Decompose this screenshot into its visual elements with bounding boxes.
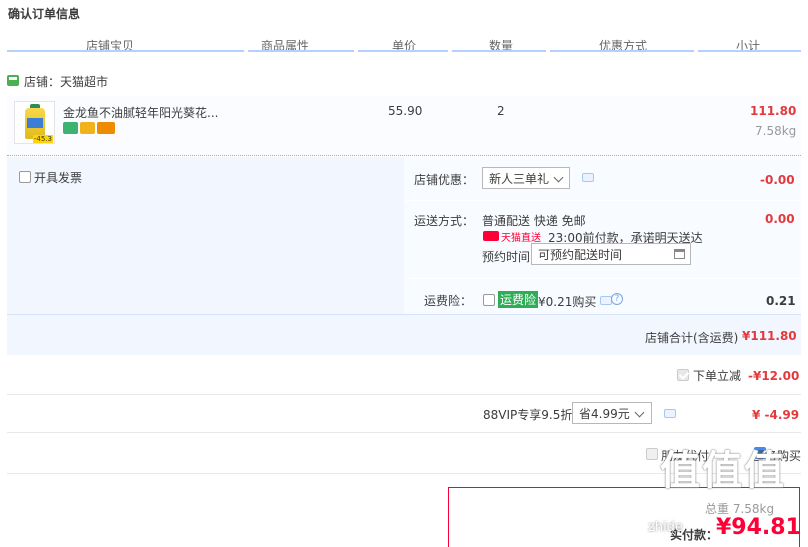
header-divider	[358, 50, 448, 52]
help-icon[interactable]: ?	[611, 293, 623, 305]
unit-price: 55.90	[388, 104, 423, 118]
vip-discount-select[interactable]: 省4.99元	[572, 402, 652, 424]
pay-amount: ¥94.81	[716, 515, 801, 540]
header-divider	[452, 50, 546, 52]
divider	[404, 200, 801, 201]
shop-icon	[7, 75, 19, 86]
product-name[interactable]: 金龙鱼不油腻轻年阳光葵花...	[63, 104, 218, 121]
appointment-label: 预约时间	[482, 250, 531, 264]
thumb-badge: -45.3	[32, 135, 53, 143]
chevron-down-icon	[553, 172, 564, 183]
shipping-label: 运送方式：	[414, 214, 475, 228]
bottle-label-icon	[27, 118, 43, 128]
shop-name[interactable]: 店铺：天猫超市	[24, 73, 108, 90]
insurance-value: 0.21	[766, 294, 796, 308]
invoice-checkbox[interactable]	[19, 171, 31, 183]
instant-discount-label: 下单立减	[693, 369, 742, 383]
header-divider	[7, 50, 244, 52]
comment-icon[interactable]	[582, 173, 594, 182]
insurance-label: 运费险：	[424, 294, 473, 308]
vip-selected: 省4.99元	[579, 407, 630, 421]
shop-discount-selected: 新人三单礼	[489, 172, 550, 186]
appointment-time-field[interactable]: 可预约配送时间	[531, 243, 691, 265]
page-title: 确认订单信息	[8, 7, 81, 21]
friend-pay-checkbox[interactable]	[646, 448, 658, 460]
tmall-direct-label: 天猫直送	[501, 233, 541, 244]
seven-day-return-icon	[63, 122, 78, 134]
divider	[7, 314, 801, 315]
tmall-cat-icon	[483, 231, 499, 241]
divider	[7, 432, 801, 433]
divider	[7, 394, 801, 395]
shipping-method: 普通配送 快递 免邮	[482, 214, 586, 228]
shipping-value: 0.00	[765, 212, 795, 226]
appointment-placeholder: 可预约配送时间	[538, 248, 623, 262]
shop-discount-label: 店铺优惠：	[414, 173, 475, 187]
header-divider	[698, 50, 801, 52]
shop-total-value: ¥111.80	[742, 329, 797, 343]
quantity-value: 2	[497, 104, 505, 118]
instant-discount-checkbox[interactable]	[677, 369, 689, 381]
divider	[404, 278, 801, 279]
shop-total-label: 店铺合计(含运费)	[645, 331, 739, 345]
service-badges	[63, 122, 117, 137]
calendar-icon	[674, 249, 685, 259]
watermark: 值值值	[660, 448, 786, 494]
invoice-label: 开具发票	[34, 171, 83, 185]
header-divider	[248, 50, 354, 52]
tmall-direct-badge: 天猫直送	[483, 230, 541, 244]
item-subtotal: 111.80	[750, 104, 797, 118]
comment-icon[interactable]	[664, 409, 676, 418]
chevron-down-icon	[634, 407, 645, 418]
insurance-checkbox[interactable]	[483, 294, 495, 306]
vip-value: ¥ -4.99	[752, 408, 800, 422]
watermark-subtext: zhide	[648, 520, 683, 535]
instant-discount-value: -¥12.00	[748, 369, 800, 383]
product-thumbnail[interactable]: -45.3	[14, 101, 55, 144]
item-weight: 7.58kg	[755, 124, 797, 138]
insurance-price: ¥0.21购买	[538, 295, 597, 309]
guarantee-icon	[80, 122, 95, 134]
insurance-tag: 运费险	[498, 291, 539, 308]
credit-card-icon	[97, 122, 115, 134]
vip-label: 88VIP专享9.5折	[483, 408, 573, 422]
shop-discount-select[interactable]: 新人三单礼	[482, 167, 570, 189]
header-divider	[550, 50, 694, 52]
shop-discount-value: -0.00	[760, 173, 795, 187]
